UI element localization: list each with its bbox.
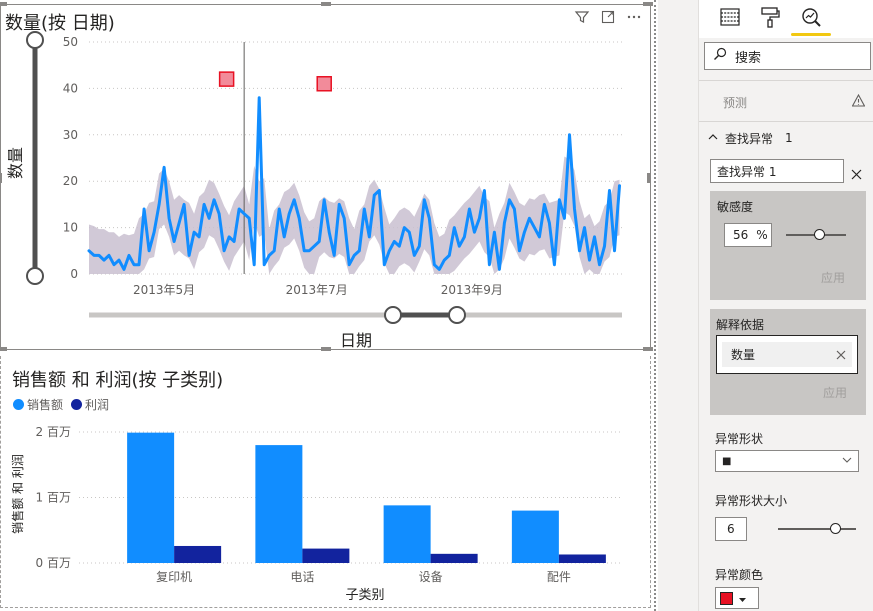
explain-by-well[interactable]: 数量 bbox=[716, 335, 858, 374]
shape-size-slider-knob[interactable] bbox=[829, 523, 841, 534]
resize-handle[interactable] bbox=[643, 347, 653, 351]
anomaly-shape-size-input[interactable]: 6 bbox=[715, 517, 747, 541]
bar-y-axis-title: 销售额 和 利润 bbox=[10, 454, 25, 534]
line-y-axis-title: 数量 bbox=[6, 147, 25, 179]
shape-size-slider-track[interactable] bbox=[778, 528, 856, 530]
resize-handle[interactable] bbox=[0, 347, 7, 351]
anomaly-color-picker[interactable] bbox=[715, 587, 759, 609]
warning-icon bbox=[851, 93, 866, 110]
x-tick-label: 2013年9月 bbox=[441, 283, 503, 297]
resize-handle[interactable] bbox=[643, 2, 653, 6]
resize-handle[interactable] bbox=[0, 173, 2, 183]
caret-down-icon bbox=[738, 589, 747, 608]
y-range-slider-bottom-handle[interactable] bbox=[26, 267, 44, 285]
sensitivity-card: 敏感度 56 % 应用 bbox=[710, 191, 866, 300]
chevron-down-icon bbox=[842, 454, 852, 468]
y-tick-label: 2 百万 bbox=[36, 425, 71, 439]
resize-handle[interactable] bbox=[647, 173, 651, 183]
report-canvas: 数量(按 日期) 0 10 20 30 40 50 2013年5月 2013年7月 2013年… bbox=[0, 0, 658, 611]
anomaly-name-value: 查找异常 1 bbox=[717, 164, 777, 179]
bar-chart-visual[interactable]: 销售额 和 利润(按 子类别) 销售额 利润 0 百万 1 百万 2 百万 复印机电… bbox=[0, 356, 651, 608]
anomaly-shape-size-label: 异常形状大小 bbox=[715, 494, 788, 508]
color-swatch bbox=[720, 591, 733, 605]
sales-bar[interactable] bbox=[511, 510, 559, 563]
tab-fields[interactable] bbox=[717, 6, 743, 32]
profit-bar[interactable] bbox=[174, 545, 222, 563]
resize-handle[interactable] bbox=[0, 2, 7, 6]
fields-table-icon bbox=[719, 6, 741, 32]
resize-handle[interactable] bbox=[321, 347, 331, 351]
y-tick-label: 1 百万 bbox=[36, 491, 71, 505]
y-range-slider-top-handle[interactable] bbox=[26, 31, 44, 49]
anomaly-shape-size-value: 6 bbox=[727, 522, 735, 536]
sensitivity-label: 敏感度 bbox=[717, 200, 754, 214]
explain-by-card: 解释依据 数量 应用 bbox=[710, 309, 866, 415]
line-chart-visual[interactable]: 数量(按 日期) 0 10 20 30 40 50 2013年5月 2013年7月 2013年… bbox=[0, 2, 653, 351]
pane-gutter bbox=[658, 0, 698, 611]
paint-roller-icon bbox=[759, 6, 781, 32]
analytics-pane: 搜索 预测 查找异常 1 查找异常 1 敏感度 56 % 应用 解释依据 数量 … bbox=[698, 0, 873, 611]
explain-by-label: 解释依据 bbox=[716, 318, 765, 332]
forecast-label: 预测 bbox=[723, 95, 748, 110]
y-tick-label: 20 bbox=[63, 174, 78, 188]
pane-tabs bbox=[699, 0, 873, 38]
anomaly-count: 1 bbox=[785, 131, 793, 145]
anomaly-marker[interactable] bbox=[218, 71, 235, 87]
sensitivity-apply-button[interactable]: 应用 bbox=[821, 269, 845, 286]
tab-format[interactable] bbox=[757, 6, 783, 32]
explain-by-field: 数量 bbox=[731, 348, 756, 362]
search-icon bbox=[713, 47, 727, 65]
search-placeholder: 搜索 bbox=[735, 50, 762, 66]
sales-bar[interactable] bbox=[127, 432, 175, 563]
y-tick-label: 10 bbox=[63, 221, 78, 235]
y-tick-label: 40 bbox=[63, 81, 78, 95]
x-tick-label: 电话 bbox=[290, 570, 314, 584]
sensitivity-input[interactable]: 56 % bbox=[724, 223, 772, 247]
resize-handle[interactable] bbox=[321, 2, 331, 6]
sales-bar[interactable] bbox=[255, 445, 303, 563]
x-tick-label: 设备 bbox=[419, 570, 443, 584]
remove-field-close-icon[interactable] bbox=[836, 349, 846, 363]
explain-by-apply-button[interactable]: 应用 bbox=[823, 384, 847, 401]
anomaly-shape-value: ■ bbox=[722, 455, 732, 467]
sensitivity-unit: % bbox=[756, 228, 768, 242]
sensitivity-value: 56 bbox=[733, 228, 749, 242]
y-tick-label: 50 bbox=[63, 35, 78, 49]
x-range-slider-left-handle[interactable] bbox=[384, 306, 402, 324]
anomaly-shape-label: 异常形状 bbox=[715, 432, 764, 446]
y-tick-label: 0 bbox=[70, 267, 78, 281]
sensitivity-slider-knob[interactable] bbox=[814, 229, 826, 240]
active-tab-indicator bbox=[791, 33, 831, 36]
remove-anomaly-close-icon[interactable] bbox=[851, 165, 862, 184]
x-tick-label: 2013年5月 bbox=[133, 283, 195, 297]
anomaly-name-input[interactable]: 查找异常 1 bbox=[710, 159, 844, 183]
chevron-up-icon bbox=[707, 131, 719, 146]
forecast-section[interactable]: 预测 bbox=[699, 92, 873, 112]
x-range-slider-right-handle[interactable] bbox=[448, 306, 466, 324]
y-tick-label: 0 百万 bbox=[36, 556, 71, 570]
x-tick-label: 复印机 bbox=[156, 570, 192, 584]
search-input[interactable]: 搜索 bbox=[704, 42, 871, 70]
anomaly-color-label: 异常颜色 bbox=[715, 568, 764, 582]
profit-bar[interactable] bbox=[558, 554, 606, 563]
anomaly-marker[interactable] bbox=[316, 76, 332, 92]
divider bbox=[699, 121, 873, 122]
x-tick-label: 配件 bbox=[547, 570, 571, 584]
sales-bar[interactable] bbox=[383, 505, 431, 563]
anomaly-section-header[interactable]: 查找异常 1 bbox=[699, 128, 873, 148]
analytics-magnifier-icon bbox=[800, 6, 822, 32]
line-chart-plot: 0 10 20 30 40 50 2013年5月 2013年7月 2013年9月 数量 日期 bbox=[6, 31, 622, 349]
bar-x-axis-title: 子类别 bbox=[345, 588, 384, 603]
tab-analytics[interactable] bbox=[798, 6, 824, 32]
profit-bar[interactable] bbox=[302, 548, 350, 563]
y-tick-label: 30 bbox=[63, 128, 78, 142]
divider bbox=[699, 80, 873, 81]
x-tick-label: 2013年7月 bbox=[286, 283, 348, 297]
explain-by-field-chip[interactable]: 数量 bbox=[722, 342, 852, 367]
anomaly-shape-dropdown[interactable]: ■ bbox=[715, 450, 859, 472]
profit-bar[interactable] bbox=[430, 553, 478, 563]
line-x-axis-title: 日期 bbox=[340, 331, 372, 349]
bar-chart-plot: 0 百万 1 百万 2 百万 复印机 电话 设备 配件 销售额 和 利润 子类别 bbox=[10, 425, 622, 603]
anomaly-section-label: 查找异常 bbox=[725, 131, 774, 146]
